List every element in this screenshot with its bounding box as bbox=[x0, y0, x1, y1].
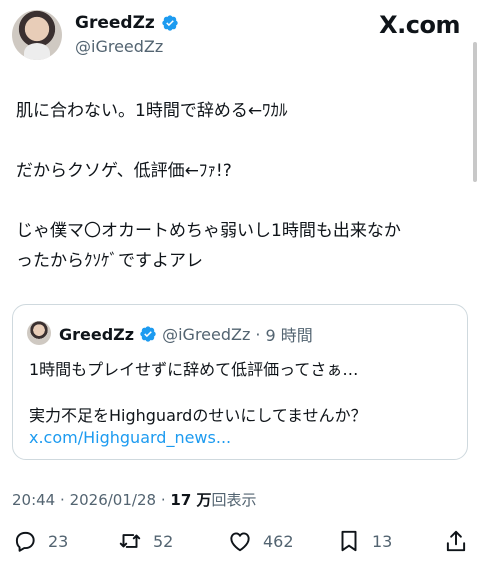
reply-count: 23 bbox=[48, 531, 69, 551]
avatar[interactable] bbox=[12, 10, 62, 60]
post-meta: 20:44 · 2026/01/28 · 17 万回表示 bbox=[12, 489, 257, 510]
post-line-break bbox=[16, 126, 460, 156]
quoted-post-header: GreedZz @iGreedZz · 9 時間 bbox=[59, 322, 313, 346]
post-time[interactable]: 20:44 bbox=[12, 491, 55, 509]
author-display-name[interactable]: GreedZz bbox=[75, 13, 155, 33]
quoted-text-line: 実力不足をHighguardのせいにしてませんか？ bbox=[29, 406, 367, 425]
view-count: 17 万 bbox=[170, 491, 212, 509]
post-header: GreedZz @iGreedZz X.com bbox=[12, 10, 460, 62]
post-line-break bbox=[16, 186, 460, 216]
view-label: 回表示 bbox=[211, 491, 257, 509]
post-text: 肌に合わない。1時間で辞める←ﾜｶﾙ だからクソゲ、低評価←ﾌｧ!? じゃ僕マ〇… bbox=[16, 96, 460, 276]
heart-icon bbox=[230, 532, 250, 552]
quoted-avatar bbox=[27, 321, 51, 345]
quoted-display-name: GreedZz bbox=[59, 324, 135, 344]
verified-badge-icon bbox=[140, 326, 156, 342]
quoted-time: 9 時間 bbox=[265, 326, 313, 345]
bookmark-button[interactable]: 13 bbox=[336, 528, 392, 554]
meta-separator: · bbox=[60, 491, 65, 509]
repost-icon bbox=[119, 534, 141, 548]
action-bar: 23 52 462 13 bbox=[0, 528, 480, 558]
reply-icon bbox=[15, 531, 35, 552]
quoted-link[interactable]: x.com/Highguard_news... bbox=[29, 428, 231, 447]
post-line: じゃ僕マ〇オカートめちゃ弱いし1時間も出来なか bbox=[16, 221, 401, 241]
quoted-handle: @iGreedZz bbox=[162, 324, 251, 344]
like-count: 462 bbox=[263, 531, 294, 551]
quoted-post[interactable]: GreedZz @iGreedZz · 9 時間 1時間もプレイせずに辞めて低評… bbox=[12, 304, 468, 460]
author-name-row: GreedZz bbox=[75, 13, 179, 33]
repost-button[interactable]: 52 bbox=[117, 528, 173, 554]
like-button[interactable]: 462 bbox=[227, 528, 294, 554]
author-handle[interactable]: @iGreedZz bbox=[75, 37, 163, 56]
post-line: 肌に合わない。1時間で辞める←ﾜｶﾙ bbox=[16, 101, 288, 121]
post-line: だからクソゲ、低評価←ﾌｧ!? bbox=[16, 161, 232, 181]
share-button[interactable] bbox=[443, 528, 469, 554]
post-line: ったからｸｿｹﾞですよアレ bbox=[16, 251, 203, 271]
verified-badge-icon bbox=[162, 15, 178, 31]
bookmark-count: 13 bbox=[372, 531, 393, 551]
post-date[interactable]: 2026/01/28 bbox=[70, 491, 156, 509]
bookmark-icon bbox=[341, 530, 357, 552]
meta-separator: · bbox=[160, 491, 166, 509]
quoted-separator: · bbox=[255, 324, 261, 344]
quoted-text-line: 1時間もプレイせずに辞めて低評価ってさぁ… bbox=[29, 360, 359, 379]
repost-count: 52 bbox=[153, 531, 174, 551]
x-logo: X.com bbox=[379, 11, 460, 39]
reply-button[interactable]: 23 bbox=[12, 528, 68, 554]
share-icon bbox=[446, 530, 466, 552]
scrollbar[interactable] bbox=[473, 42, 477, 182]
